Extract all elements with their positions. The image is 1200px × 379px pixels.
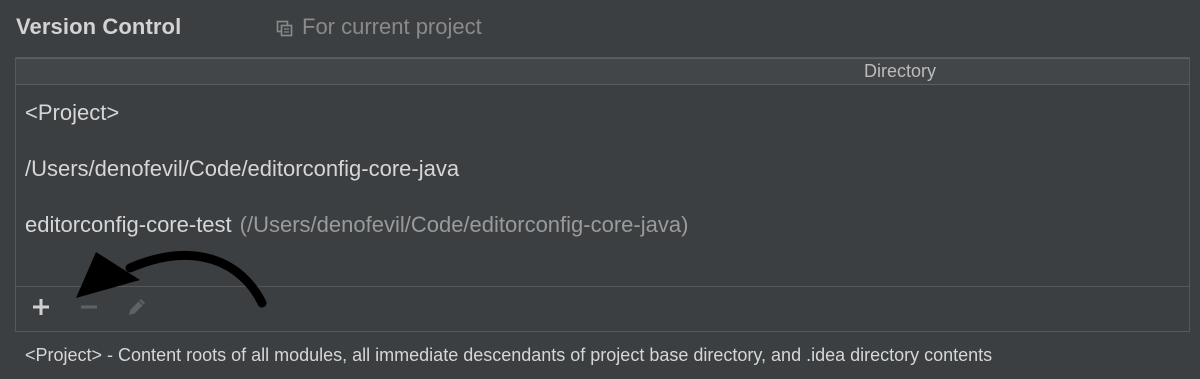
column-header-directory[interactable]: Directory bbox=[864, 61, 936, 82]
vcs-mappings-table: Directory <Project> /Users/denofevil/Cod… bbox=[15, 57, 1190, 332]
header-divider bbox=[16, 58, 1189, 59]
table-row[interactable]: <Project> bbox=[16, 85, 1189, 141]
add-button[interactable] bbox=[23, 292, 59, 328]
table-body: <Project> /Users/denofevil/Code/editorco… bbox=[16, 85, 1189, 253]
scope-indicator: For current project bbox=[276, 11, 482, 43]
pencil-icon bbox=[125, 295, 149, 324]
minus-icon bbox=[79, 297, 99, 322]
scope-label: For current project bbox=[302, 14, 482, 39]
copy-icon bbox=[276, 18, 294, 37]
table-row[interactable]: editorconfig-core-test (/Users/denofevil… bbox=[16, 197, 1189, 253]
remove-button[interactable] bbox=[71, 292, 107, 328]
edit-button[interactable] bbox=[119, 292, 155, 328]
footer-description: <Project> - Content roots of all modules… bbox=[25, 345, 993, 365]
section-title: Version Control bbox=[16, 14, 182, 39]
version-control-settings-panel: Version Control For current project Dire… bbox=[0, 0, 1200, 379]
table-header: Directory bbox=[16, 58, 1189, 85]
row-directory: <Project> bbox=[25, 100, 120, 125]
table-toolbar bbox=[16, 287, 1189, 332]
row-directory-path: (/Users/denofevil/Code/editorconfig-core… bbox=[239, 212, 689, 237]
plus-icon bbox=[31, 297, 51, 322]
table-row[interactable]: /Users/denofevil/Code/editorconfig-core-… bbox=[16, 141, 1189, 197]
row-directory: /Users/denofevil/Code/editorconfig-core-… bbox=[25, 156, 460, 181]
row-directory: editorconfig-core-test bbox=[25, 212, 232, 237]
section-header: Version Control bbox=[16, 11, 181, 43]
